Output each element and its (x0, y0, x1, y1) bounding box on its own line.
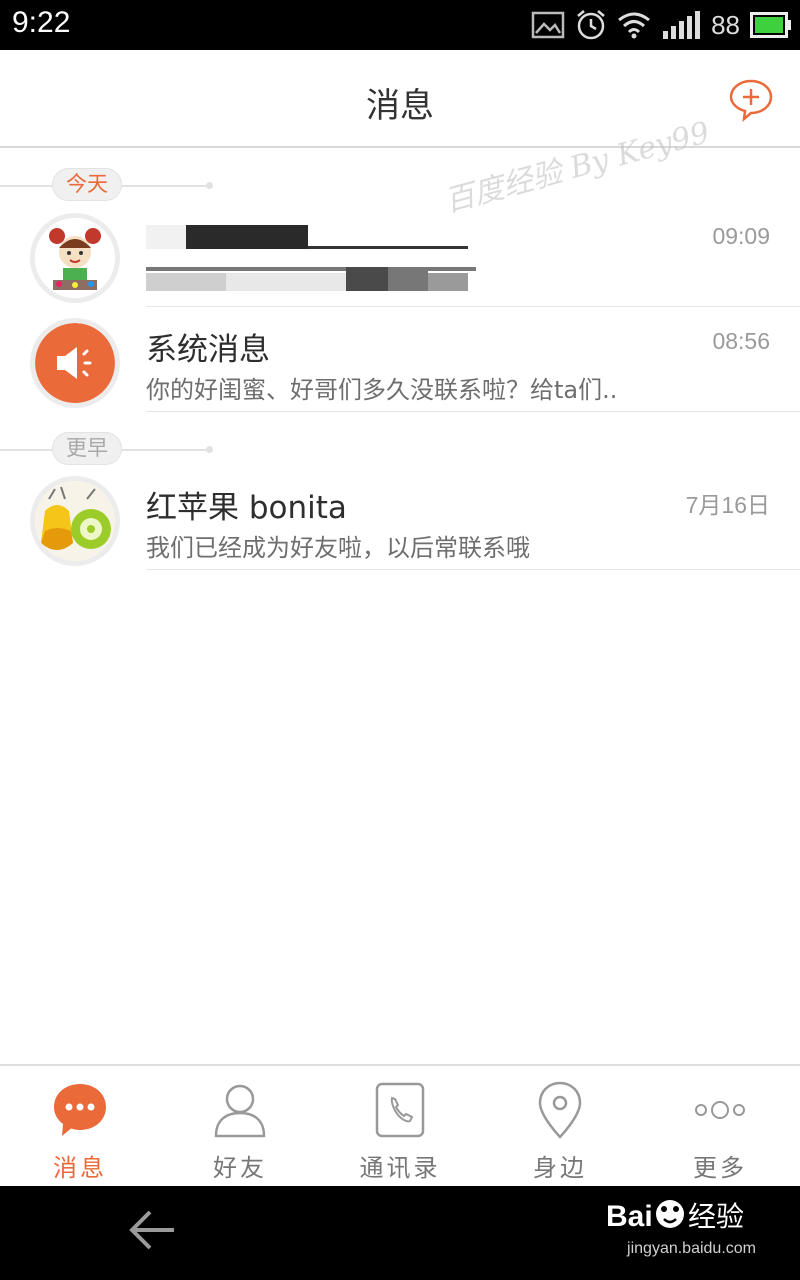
redacted-name (308, 246, 468, 249)
conversation-name: 红苹果 bonita (146, 490, 347, 526)
brand-url: jingyan.baidu.com (627, 1240, 756, 1257)
tab-nearby[interactable]: 身边 (480, 1066, 640, 1186)
section-label-today: 今天 (52, 168, 122, 201)
redacted-preview (428, 273, 468, 291)
header: 消息 百度经验 By Key99 (0, 50, 800, 220)
tab-contacts[interactable]: 通讯录 (320, 1066, 480, 1186)
fruit-avatar (30, 476, 120, 566)
add-chat-icon[interactable] (728, 78, 774, 123)
redacted-preview (346, 267, 388, 291)
divider (146, 306, 800, 307)
battery-icon (750, 12, 792, 38)
more-icon (690, 1080, 750, 1140)
status-time: 9:22 (12, 6, 71, 39)
section-dot (206, 446, 213, 453)
redacted-preview (388, 267, 428, 291)
tab-friends[interactable]: 好友 (160, 1066, 320, 1186)
image-icon (531, 11, 565, 39)
tab-bar: 消息 好友 通讯录 身边 更多 (0, 1064, 800, 1186)
conversation-name: 系统消息 (146, 332, 270, 368)
tab-label: 好友 (213, 1154, 267, 1182)
cartoon-avatar (30, 213, 120, 303)
battery-level: 88 (711, 9, 740, 40)
conversation-time: 09:09 (712, 223, 770, 249)
person-icon (210, 1080, 270, 1140)
status-bar: 9:22 88 (0, 0, 800, 50)
back-arrow-icon[interactable] (128, 1208, 178, 1252)
conversation-time: 08:56 (712, 328, 770, 354)
baidu-jingyan-logo: Bai 经验 (606, 1192, 756, 1236)
chat-bubble-icon (50, 1080, 110, 1140)
tab-label: 更多 (693, 1154, 747, 1182)
redacted-preview (226, 273, 346, 291)
nav-bar: Bai 经验 jingyan.baidu.com (0, 1186, 800, 1280)
section-dot (206, 182, 213, 189)
section-label-earlier: 更早 (52, 432, 122, 465)
divider (146, 411, 800, 412)
tab-more[interactable]: 更多 (640, 1066, 800, 1186)
tab-messages[interactable]: 消息 (0, 1066, 160, 1186)
section-earlier: 更早 (0, 429, 800, 469)
tab-label: 身边 (533, 1154, 587, 1182)
conversation-preview: 你的好闺蜜、好哥们多久没联系啦？给ta们.. (146, 376, 618, 404)
tab-label: 消息 (53, 1154, 107, 1182)
conversation-row[interactable]: 红苹果 bonita 7月16日 我们已经成为好友啦，以后常联系哦 (0, 466, 800, 570)
divider (146, 569, 800, 570)
location-pin-icon (530, 1080, 590, 1140)
conversation-time: 7月16日 (685, 492, 770, 518)
tab-label: 通讯录 (359, 1154, 441, 1182)
signal-icon (661, 11, 701, 39)
phone-book-icon (370, 1080, 430, 1140)
redacted-preview (146, 273, 226, 291)
alarm-icon (575, 9, 607, 41)
svg-text:经验: 经验 (688, 1200, 744, 1233)
status-icons: 88 (531, 8, 792, 42)
section-today: 今天 (0, 165, 800, 205)
svg-text:Bai: Bai (606, 1200, 653, 1233)
speaker-avatar (30, 318, 120, 408)
wifi-icon (617, 11, 651, 39)
conversation-row[interactable]: 系统消息 08:56 你的好闺蜜、好哥们多久没联系啦？给ta们.. (0, 308, 800, 412)
conversation-row[interactable]: 09:09 (0, 203, 800, 307)
redacted-name (186, 225, 308, 249)
conversation-preview: 我们已经成为好友啦，以后常联系哦 (146, 534, 530, 562)
redacted-name (146, 225, 186, 249)
